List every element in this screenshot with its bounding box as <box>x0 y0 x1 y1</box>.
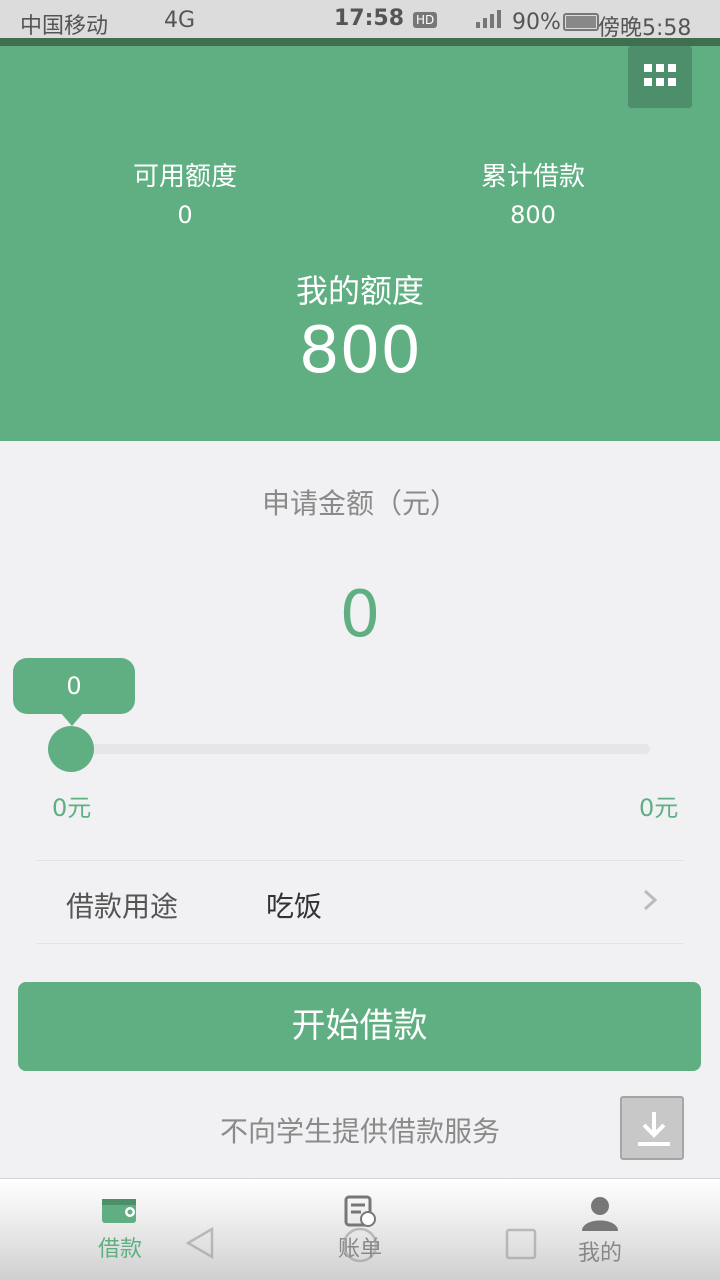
available-value: 0 <box>177 201 193 229</box>
amount-slider-track[interactable] <box>72 744 650 754</box>
slider-max-label: 0元 <box>639 794 679 822</box>
wallet-icon <box>102 1199 136 1223</box>
slider-value-bubble: 0 <box>13 658 135 714</box>
available-credit: 可用额度 0 <box>85 156 285 229</box>
battery-percent: 90% <box>512 10 561 35</box>
total-borrowed: 累计借款 800 <box>433 156 633 229</box>
download-icon <box>638 1112 670 1146</box>
status-bar: 中国移动 4G 17:58 HD 90% 傍晚5:58 <box>0 0 720 41</box>
amount-slider-thumb[interactable] <box>48 726 94 772</box>
nav-label-mine: 我的 <box>577 1241 622 1266</box>
my-credit-value: 800 <box>298 314 422 388</box>
grid-icon <box>644 64 676 88</box>
recent-apps-icon[interactable] <box>504 1227 538 1261</box>
apply-amount-title: 申请金额（元） <box>261 487 458 520</box>
home-icon[interactable] <box>340 1225 380 1265</box>
student-notice: 不向学生提供借款服务 <box>219 1115 500 1148</box>
battery-icon <box>563 13 599 31</box>
credit-header: 可用额度 0 累计借款 800 我的额度 800 <box>0 46 720 441</box>
download-button[interactable] <box>620 1096 684 1160</box>
bottom-nav: 借款 账单 我的 <box>0 1178 720 1280</box>
status-divider <box>0 38 720 46</box>
menu-grid-button[interactable] <box>628 46 692 108</box>
available-label: 可用额度 <box>132 162 237 192</box>
total-label: 累计借款 <box>480 162 585 192</box>
loan-purpose-label: 借款用途 <box>66 890 179 923</box>
bubble-pointer <box>60 712 84 726</box>
user-icon <box>582 1197 618 1231</box>
apply-amount-value: 0 <box>339 578 381 652</box>
slider-min-label: 0元 <box>52 794 92 822</box>
nav-item-mine[interactable]: 我的 <box>540 1195 660 1267</box>
signal-icon <box>474 8 508 36</box>
bill-icon <box>344 1195 376 1227</box>
chevron-right-icon <box>641 885 659 922</box>
my-credit-label: 我的额度 <box>295 272 424 310</box>
nav-item-loan[interactable]: 借款 <box>60 1195 180 1263</box>
hd-badge: HD <box>413 12 438 28</box>
status-time: 17:58 <box>334 6 405 31</box>
loan-purpose-row[interactable]: 借款用途 吃饭 <box>36 860 684 944</box>
loan-purpose-value: 吃饭 <box>266 890 323 923</box>
back-icon[interactable] <box>182 1225 216 1261</box>
total-value: 800 <box>510 201 556 229</box>
start-loan-button[interactable]: 开始借款 <box>18 982 701 1071</box>
carrier-name: 中国移动 <box>20 14 109 39</box>
network-type: 4G <box>164 8 196 33</box>
nav-label-loan: 借款 <box>97 1237 142 1262</box>
